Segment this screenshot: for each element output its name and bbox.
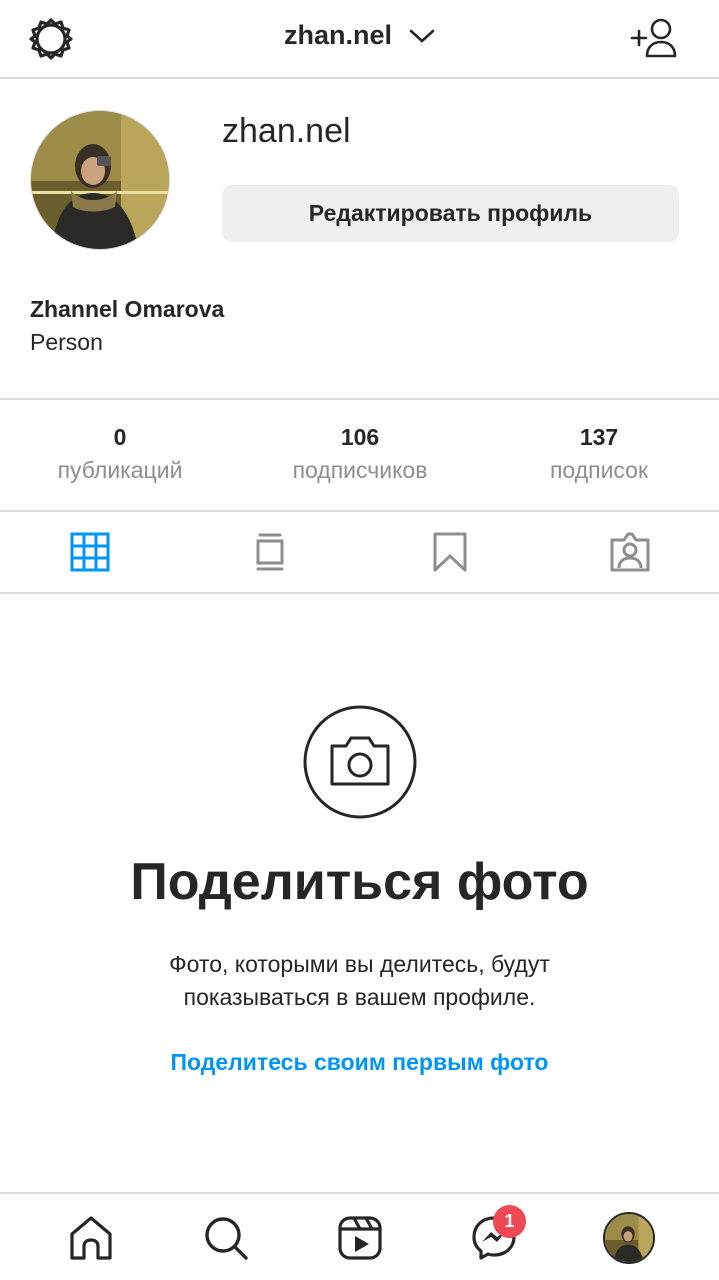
stat-label: публикаций [57, 457, 183, 483]
profile-avatar[interactable] [30, 110, 170, 250]
profile-handle: zhan.nel [222, 112, 351, 150]
stat-label: подписчиков [292, 457, 428, 483]
empty-state-title: Поделиться фото [130, 853, 589, 911]
grid-icon[interactable] [68, 530, 112, 574]
search-icon[interactable] [202, 1214, 250, 1262]
tagged-icon[interactable] [608, 530, 652, 574]
messenger-badge: 1 [493, 1205, 526, 1238]
empty-state-description: Фото, которыми вы делитесь, будут показы… [169, 951, 550, 1010]
top-bar: zhan.nel [0, 0, 719, 79]
profile-avatar[interactable] [603, 1212, 655, 1264]
stat-label: подписок [549, 457, 649, 483]
stat-posts[interactable]: 0 публикаций [0, 424, 240, 484]
chevron-down-icon [409, 29, 435, 42]
reels-icon[interactable] [336, 1214, 384, 1262]
stats-row: 0 публикаций 106 подписчиков 137 подписо… [0, 400, 719, 510]
stat-value: 137 [579, 424, 619, 450]
full-name: Zhannel Omarova [30, 296, 225, 322]
stat-following[interactable]: 137 подписок [479, 424, 719, 484]
stat-value: 106 [340, 424, 380, 450]
stat-followers[interactable]: 106 подписчиков [240, 424, 480, 484]
edit-profile-button[interactable]: Редактировать профиль [222, 185, 679, 242]
divider [0, 592, 719, 594]
igtv-icon[interactable] [248, 530, 292, 574]
gear-icon[interactable] [28, 16, 74, 62]
camera-icon [303, 705, 417, 819]
bookmark-icon[interactable] [428, 530, 472, 574]
header-username: zhan.nel [283, 20, 392, 50]
account-switcher[interactable]: zhan.nel [240, 20, 480, 51]
stat-value: 0 [113, 424, 127, 450]
profile-tabs [0, 512, 719, 594]
add-user-icon[interactable] [628, 16, 680, 60]
profile-category: Person [30, 329, 103, 355]
share-first-photo-link[interactable]: Поделитесь своим первым фото [0, 1049, 719, 1076]
home-icon[interactable] [67, 1214, 115, 1262]
